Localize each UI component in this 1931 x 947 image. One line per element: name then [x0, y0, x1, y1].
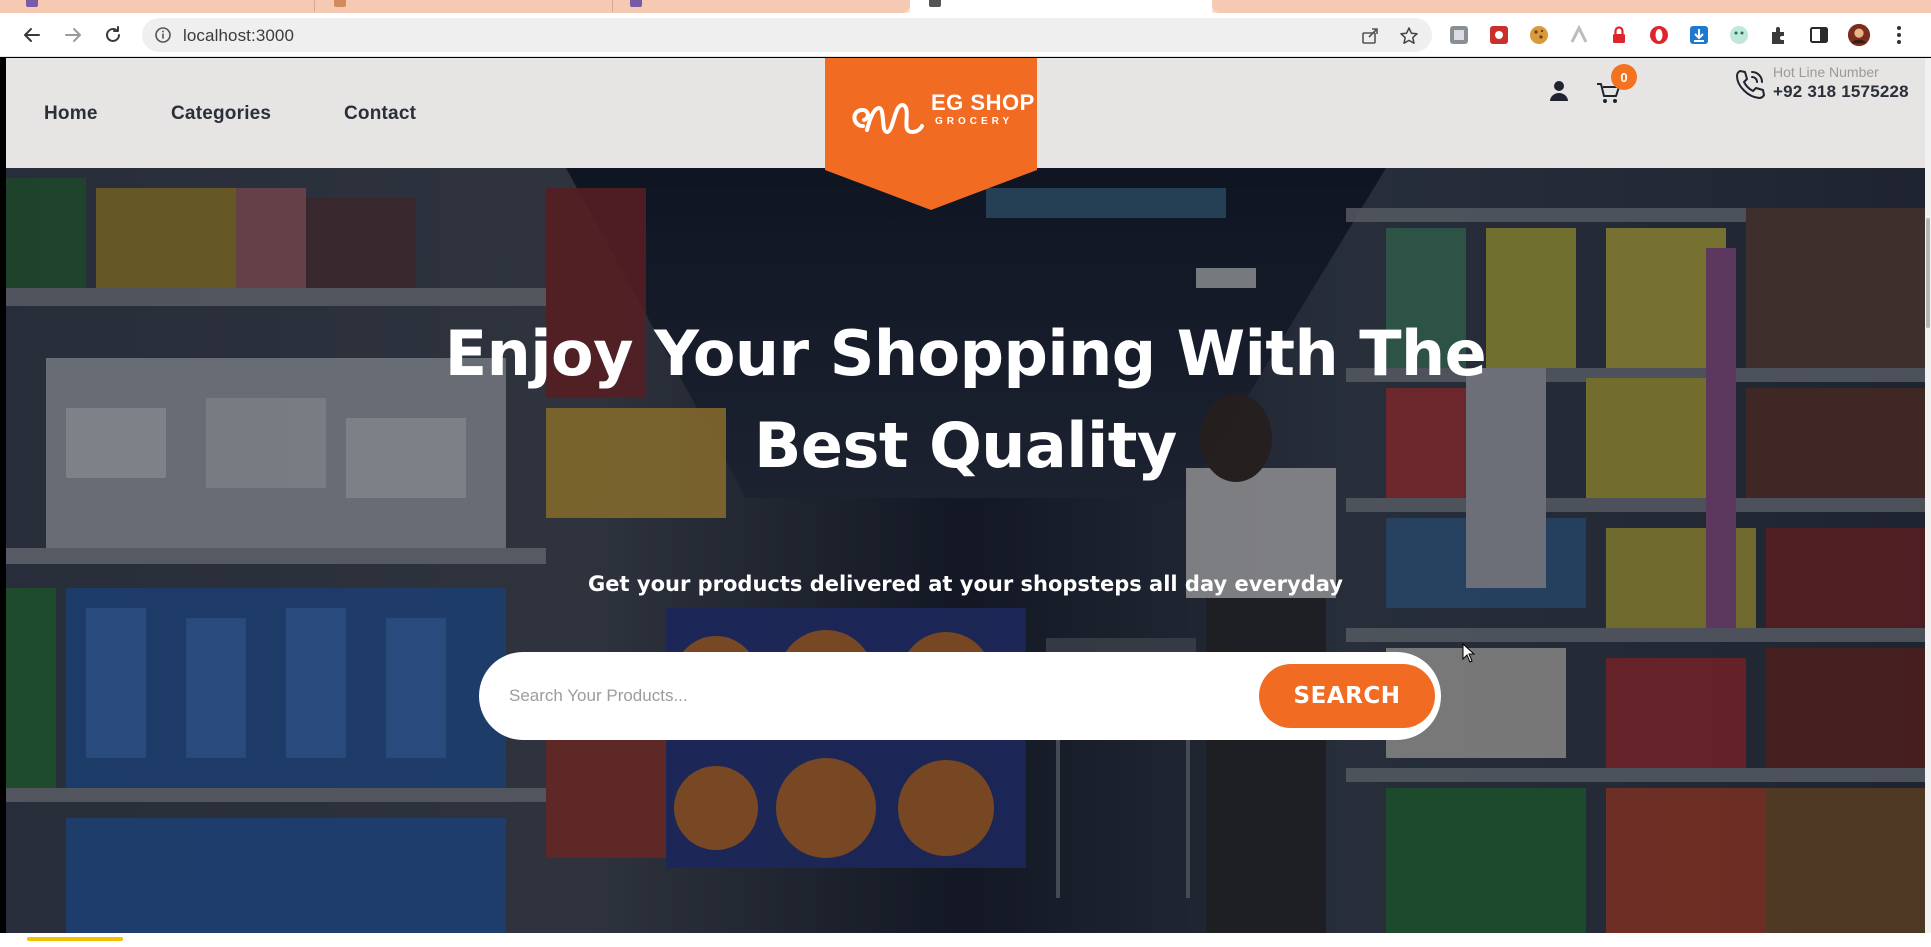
forward-button[interactable] — [59, 21, 87, 49]
page-viewport: Home Categories Contact 0 Hot Line Numbe… — [6, 58, 1925, 933]
reload-icon — [106, 26, 120, 42]
share-icon[interactable] — [1360, 26, 1380, 46]
nav-home-link[interactable]: Home — [44, 103, 98, 125]
browser-toolbar: localhost:3000 — [0, 13, 1931, 57]
bottom-accent-bar — [27, 937, 123, 941]
nav-categories-link[interactable]: Categories — [171, 103, 271, 125]
hero-title-line1: Enjoy Your Shopping With The — [444, 317, 1487, 390]
hotline-number[interactable]: +92 318 1575228 — [1773, 82, 1909, 102]
logo-subtitle: GROCERY — [935, 116, 1014, 127]
browser-tab-active[interactable] — [910, 0, 1212, 13]
hero-subtitle: Get your products delivered at your shop… — [588, 572, 1343, 596]
extension-icon[interactable] — [1447, 23, 1471, 47]
extension-icon[interactable] — [1567, 23, 1591, 47]
hero-title-line2: Best Quality — [754, 409, 1177, 482]
product-search-input[interactable] — [509, 672, 1189, 720]
lock-extension-icon[interactable] — [1607, 23, 1631, 47]
nav-contact-link[interactable]: Contact — [344, 103, 416, 125]
browser-menu-icon[interactable] — [1887, 23, 1911, 47]
tab-favicon-icon — [334, 0, 346, 7]
hero-title: Enjoy Your Shopping With The Best Qualit… — [6, 308, 1925, 492]
logo-banner — [825, 58, 1037, 210]
tab-favicon-icon — [26, 0, 38, 7]
side-panel-icon[interactable] — [1807, 23, 1831, 47]
extensions-puzzle-icon[interactable] — [1767, 23, 1791, 47]
product-search-form: SEARCH — [479, 652, 1441, 740]
user-account-icon[interactable] — [1547, 79, 1571, 103]
site-logo[interactable]: EG SHOP GROCERY — [825, 58, 1037, 210]
profile-avatar[interactable] — [1847, 23, 1871, 47]
address-url[interactable]: localhost:3000 — [183, 26, 294, 46]
logo-title: EG SHOP — [931, 90, 1035, 115]
reload-button[interactable] — [99, 21, 127, 49]
tab-favicon-icon — [929, 0, 941, 7]
extension-icon[interactable] — [1487, 23, 1511, 47]
hero-section: Enjoy Your Shopping With The Best Qualit… — [6, 168, 1925, 933]
browser-tab[interactable] — [0, 0, 910, 13]
search-button[interactable]: SEARCH — [1259, 664, 1435, 728]
tab-favicon-icon — [630, 0, 642, 7]
download-extension-icon[interactable] — [1687, 23, 1711, 47]
scrollbar-thumb[interactable] — [1926, 218, 1930, 328]
page-bottom-strip — [0, 933, 1931, 947]
page-scrollbar[interactable] — [1925, 58, 1931, 933]
address-bar[interactable]: localhost:3000 — [142, 18, 1432, 52]
extension-icon[interactable] — [1727, 23, 1751, 47]
hero-overlay — [6, 168, 1925, 933]
mouse-cursor-icon — [1462, 643, 1476, 663]
browser-tab[interactable] — [1212, 0, 1931, 13]
tab-divider — [612, 0, 613, 12]
browser-tabstrip — [0, 0, 1931, 13]
back-button[interactable] — [18, 21, 46, 49]
tab-divider — [314, 0, 315, 12]
cookie-extension-icon[interactable] — [1527, 23, 1551, 47]
back-arrow-icon — [24, 28, 40, 42]
cart-count-badge: 0 — [1611, 64, 1637, 90]
phone-icon — [1736, 70, 1765, 99]
site-info-icon[interactable] — [154, 26, 172, 44]
opera-extension-icon[interactable] — [1647, 23, 1671, 47]
forward-arrow-icon — [65, 28, 81, 42]
bookmark-star-icon[interactable] — [1399, 26, 1419, 46]
hotline-label: Hot Line Number — [1773, 64, 1879, 80]
